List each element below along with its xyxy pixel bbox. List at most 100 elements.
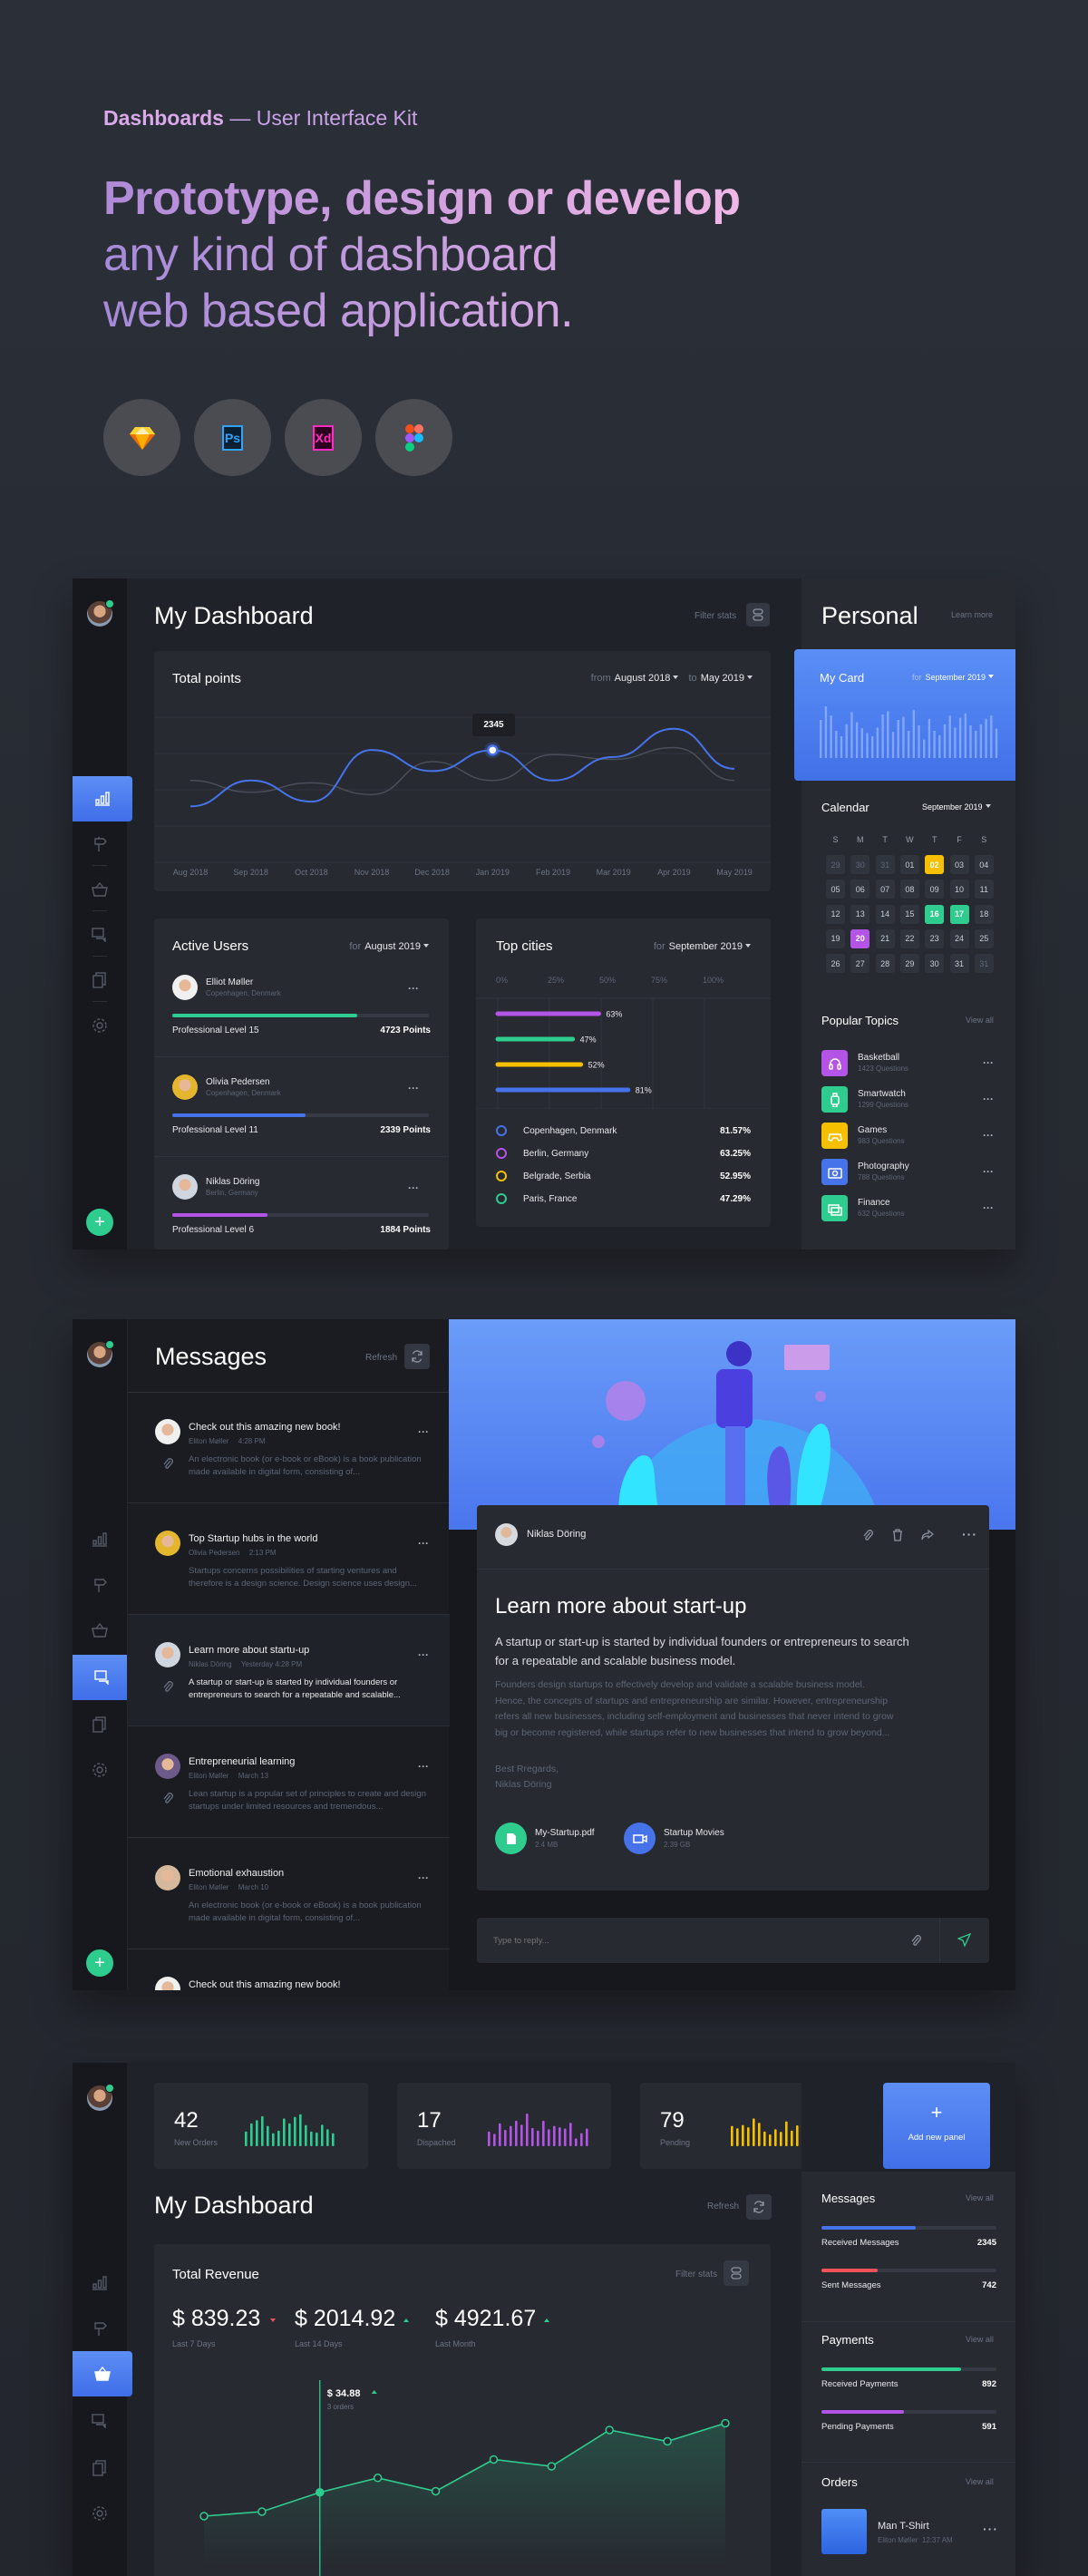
more-options-icon[interactable]: ··· — [418, 1871, 429, 1884]
video-icon[interactable] — [624, 1823, 656, 1854]
calendar-day[interactable]: 29 — [826, 855, 845, 874]
add-button[interactable]: + — [86, 1209, 113, 1236]
nav-documents[interactable] — [73, 1702, 127, 1747]
nav-settings[interactable] — [73, 1003, 127, 1048]
highlight-point[interactable] — [487, 744, 499, 756]
add-button[interactable]: + — [86, 1949, 113, 1977]
calendar-day[interactable]: 07 — [875, 880, 895, 899]
revenue-point[interactable] — [721, 2418, 730, 2428]
more-options-icon[interactable]: ··· — [983, 1201, 994, 1214]
nav-messages[interactable] — [73, 2398, 127, 2444]
nav-shop[interactable] — [73, 867, 127, 912]
revenue-point[interactable] — [489, 2454, 499, 2464]
add-panel-button[interactable]: + Add new panel — [883, 2083, 990, 2169]
nav-settings[interactable] — [73, 2491, 127, 2536]
nav-messages[interactable] — [73, 912, 127, 957]
calendar-day[interactable]: 25 — [974, 928, 994, 948]
calendar-day[interactable]: 30 — [925, 954, 945, 974]
revenue-point[interactable] — [431, 2486, 441, 2496]
document-icon[interactable] — [495, 1823, 527, 1854]
message-item[interactable]: Emotional exhaustion Eliton Møller March … — [128, 1838, 450, 1949]
revenue-point[interactable] — [663, 2436, 672, 2446]
more-options-icon[interactable]: ··· — [962, 1527, 977, 1541]
reply-attach-button[interactable] — [910, 1934, 921, 1951]
calendar-day[interactable]: 19 — [826, 928, 845, 948]
orders-view-all[interactable]: View all — [966, 2477, 994, 2486]
revenue-point[interactable] — [373, 2474, 383, 2483]
more-options-icon[interactable]: ··· — [983, 1093, 994, 1105]
topic-name[interactable]: Photography — [858, 1162, 909, 1171]
message-item[interactable]: Entrepreneurial learning Eliton Møller Ma… — [128, 1726, 450, 1838]
attachment-name[interactable]: Startup Movies — [664, 1828, 724, 1838]
revenue-point[interactable] — [547, 2462, 557, 2471]
stat-card[interactable]: 42 New Orders — [154, 2083, 368, 2169]
calendar-day[interactable]: 28 — [875, 954, 895, 974]
topic-name[interactable]: Basketball — [858, 1053, 899, 1063]
calendar-day[interactable]: 20 — [850, 928, 870, 948]
topic-name[interactable]: Smartwatch — [858, 1089, 906, 1099]
calendar-day[interactable]: 09 — [925, 880, 945, 899]
nav-signpost[interactable] — [73, 1562, 127, 1608]
nav-shop[interactable] — [73, 2351, 132, 2396]
figma-icon[interactable] — [375, 399, 452, 476]
date-range-selector[interactable]: from August 2018 to May 2019 — [591, 673, 753, 684]
photoshop-icon[interactable]: Ps — [194, 399, 271, 476]
calendar-day[interactable]: 14 — [875, 904, 895, 924]
revenue-point[interactable] — [605, 2425, 614, 2435]
calendar-day[interactable]: 29 — [899, 954, 919, 974]
calendar-day[interactable]: 10 — [949, 880, 969, 899]
user-avatar[interactable] — [87, 2084, 114, 2111]
nav-analytics[interactable] — [73, 776, 132, 821]
calendar-day[interactable]: 03 — [949, 855, 969, 874]
stat-card[interactable]: 17 Dispached — [397, 2083, 611, 2169]
nav-signpost[interactable] — [73, 821, 127, 867]
calendar-day[interactable]: 15 — [899, 904, 919, 924]
more-options-icon[interactable]: ··· — [418, 1648, 429, 1661]
period-value[interactable]: August 2019 — [364, 941, 421, 952]
message-item[interactable]: Learn more about startu-up Niklas Döring … — [128, 1615, 450, 1726]
nav-documents[interactable] — [73, 2445, 127, 2491]
send-button[interactable] — [957, 1932, 972, 1951]
nav-messages[interactable] — [73, 1655, 132, 1700]
delete-action[interactable] — [892, 1529, 903, 1546]
topics-view-all[interactable]: View all — [966, 1016, 994, 1025]
nav-shop[interactable] — [73, 1608, 127, 1653]
calendar-day[interactable]: 02 — [925, 855, 945, 874]
more-options-icon[interactable]: ··· — [418, 1537, 429, 1550]
active-users-period[interactable]: for August 2019 — [349, 941, 429, 952]
payments-view-all[interactable]: View all — [966, 2335, 994, 2344]
calendar-day[interactable]: 06 — [850, 880, 870, 899]
calendar-month-selector[interactable]: September 2019 — [922, 802, 991, 812]
nav-documents[interactable] — [73, 957, 127, 1003]
attach-action[interactable] — [862, 1529, 873, 1546]
reply-input[interactable] — [493, 1931, 892, 1949]
message-item[interactable]: Top Startup hubs in the world Olivia Pede… — [128, 1503, 450, 1615]
messages-view-all[interactable]: View all — [966, 2193, 994, 2202]
period-value[interactable]: September 2019 — [669, 941, 743, 952]
nav-settings[interactable] — [73, 1747, 127, 1793]
calendar-day[interactable]: 31 — [949, 954, 969, 974]
calendar-day[interactable]: 16 — [925, 904, 945, 924]
calendar-day[interactable]: 23 — [925, 928, 945, 948]
attachment-name[interactable]: My-Startup.pdf — [535, 1828, 595, 1838]
revenue-point[interactable] — [257, 2507, 267, 2516]
more-options-icon[interactable]: ··· — [408, 1181, 419, 1194]
calendar-day[interactable]: 12 — [826, 904, 845, 924]
to-value[interactable]: May 2019 — [701, 673, 744, 684]
more-options-icon[interactable]: ··· — [418, 1760, 429, 1773]
calendar-day[interactable]: 18 — [974, 904, 994, 924]
revenue-point[interactable] — [316, 2488, 325, 2497]
more-options-icon[interactable]: ··· — [418, 1425, 429, 1438]
filter-stats-button[interactable] — [746, 603, 770, 627]
calendar-day[interactable]: 11 — [974, 880, 994, 899]
refresh-button[interactable] — [404, 1344, 430, 1369]
more-options-icon[interactable]: ··· — [983, 1056, 994, 1069]
forward-action[interactable] — [921, 1529, 934, 1545]
user-avatar[interactable] — [87, 599, 114, 627]
calendar-day[interactable]: 26 — [826, 954, 845, 974]
message-item[interactable]: Check out this amazing new book! Eliton M… — [128, 1392, 450, 1503]
sketch-icon[interactable] — [103, 399, 180, 476]
revenue-point[interactable] — [199, 2512, 209, 2521]
calendar-day[interactable]: 04 — [974, 855, 994, 874]
calendar-day[interactable]: 13 — [850, 904, 870, 924]
